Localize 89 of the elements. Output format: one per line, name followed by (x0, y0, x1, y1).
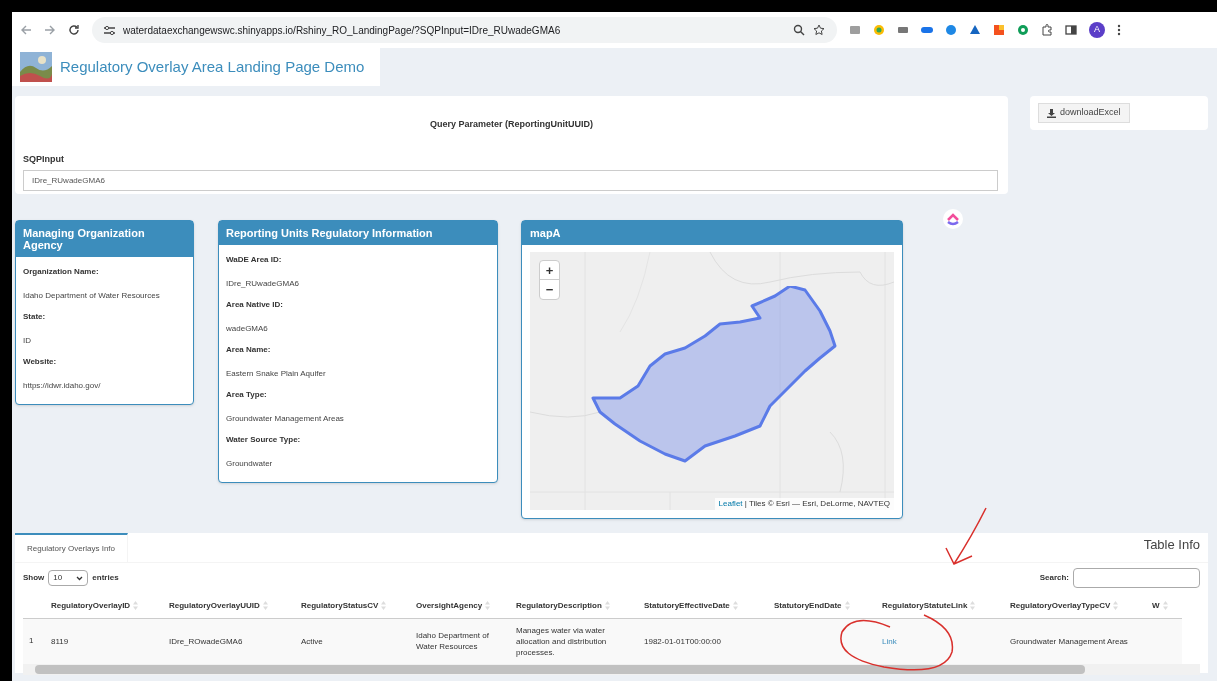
field-value: Groundwater (225, 458, 274, 470)
statute-link[interactable]: Link (882, 636, 897, 646)
field-value: wadeGMA6 (225, 323, 269, 335)
sqp-input-field[interactable]: IDre_RUwadeGMA6 (23, 170, 998, 191)
leaflet-link[interactable]: Leaflet (718, 499, 743, 508)
column-header[interactable]: StatutoryEndDate (774, 599, 850, 612)
zoom-in-button[interactable]: + (540, 261, 559, 280)
zoom-out-button[interactable]: − (540, 280, 559, 299)
input-label: SQPInput (23, 152, 65, 166)
extension-icon[interactable] (897, 24, 909, 36)
field-value: ID (22, 335, 32, 347)
column-header[interactable]: StatutoryEffectiveDate (644, 599, 738, 612)
annotation-arrow (942, 506, 990, 568)
extension-icon[interactable] (849, 24, 861, 36)
field-value: IDre_RUwadeGMA6 (225, 278, 300, 290)
field-value: https://idwr.idaho.gov/ (22, 380, 102, 392)
table-cell: 8119 (51, 636, 69, 646)
sort-icon (1162, 601, 1168, 611)
sort-icon (1113, 601, 1119, 611)
logo-icon (20, 52, 52, 82)
download-icon (1047, 108, 1056, 118)
zoom-icon[interactable] (793, 24, 805, 36)
panel-header: mapA (522, 221, 902, 245)
download-button[interactable]: downloadExcel (1038, 103, 1130, 123)
sort-icon (133, 601, 139, 611)
column-header[interactable]: RegulatoryOverlayID (51, 599, 139, 612)
reload-icon[interactable] (68, 24, 80, 36)
column-header[interactable]: RegulatoryOverlayTypeCV (1010, 599, 1119, 612)
app-badge-icon[interactable] (942, 208, 964, 230)
sort-icon (970, 601, 976, 611)
show-label: Show (23, 572, 45, 584)
column-header[interactable]: RegulatoryOverlayUUID (169, 599, 268, 612)
column-header[interactable]: RegulatoryStatusCV (301, 599, 387, 612)
field-label: Organization Name: (22, 266, 100, 278)
query-heading: Query Parameter (ReportingUnitUUID) (429, 118, 594, 131)
field-value: Idaho Department of Water Resources (22, 290, 161, 302)
extension-icon[interactable] (1017, 24, 1029, 36)
page-size-select[interactable]: 10 (48, 570, 89, 586)
star-icon[interactable] (813, 24, 825, 36)
field-label: Website: (22, 356, 58, 368)
field-label: Area Name: (225, 344, 272, 356)
field-label: WaDE Area ID: (225, 254, 283, 266)
column-header[interactable]: W (1152, 599, 1168, 612)
chevron-icon (76, 575, 84, 581)
row-number: 1 (29, 636, 34, 646)
address-bar[interactable]: waterdataexchangewswc.shinyapps.io/Rshiny_RO_LandingPage/?SQPInput=IDre_RUwadeGMA6 (92, 17, 837, 43)
table-cell: 1982-01-01T00:00:00 (644, 636, 721, 646)
search-label: Search: (1039, 572, 1069, 584)
extension-icon[interactable] (921, 24, 933, 36)
sort-icon (844, 601, 850, 611)
map-attribution: Leaflet | Tiles © Esri — Esri, DeLorme, NAVTEQ (714, 498, 894, 510)
table-cell: Idaho Department of Water Resources (416, 631, 489, 652)
site-info-icon[interactable] (104, 25, 115, 35)
field-value: Eastern Snake Plain Aquifer (225, 368, 327, 380)
app-title: Regulatory Overlay Area Landing Page Demo (60, 56, 365, 77)
profile-avatar[interactable]: A (1089, 22, 1105, 38)
side-panel-icon[interactable] (1065, 24, 1077, 36)
sort-icon (604, 601, 610, 611)
field-label: Water Source Type: (225, 434, 302, 446)
extension-icon[interactable] (993, 24, 1005, 36)
table-cell: Active (301, 636, 323, 646)
field-label: Area Native ID: (225, 299, 284, 311)
table-cell: IDre_ROwadeGMA6 (169, 636, 243, 646)
column-header[interactable]: OversightAgency (416, 599, 491, 612)
table-cell: Groundwater Management Areas (1010, 636, 1128, 646)
sort-icon (485, 601, 491, 611)
field-value: Groundwater Management Areas (225, 413, 345, 425)
url-text: waterdataexchangewswc.shinyapps.io/Rshiny_RO_LandingPage/?SQPInput=IDre_RUwadeGMA6 (123, 23, 562, 38)
menu-icon[interactable] (1117, 24, 1121, 36)
sort-icon (262, 601, 268, 611)
tab[interactable]: Regulatory Overlays Info (15, 533, 129, 562)
entries-label: entries (92, 572, 119, 584)
search-field[interactable] (1073, 568, 1200, 588)
extension-icon[interactable] (945, 24, 957, 36)
forward-icon[interactable] (44, 24, 56, 36)
sort-icon (381, 601, 387, 611)
back-icon[interactable] (20, 24, 32, 36)
table-title: Table Info (1143, 535, 1201, 554)
panel-header: Managing Organization Agency (16, 221, 193, 257)
table-cell: Manages water via water allocation and distribution processes. (516, 625, 607, 657)
extension-icon[interactable] (873, 24, 885, 36)
extension-icon[interactable] (969, 24, 981, 36)
panel-header: Reporting Units Regulatory Information (219, 221, 497, 245)
puzzle-icon[interactable] (1041, 24, 1053, 36)
field-label: Area Type: (225, 389, 268, 401)
column-header[interactable]: RegulatoryStatuteLink (882, 599, 976, 612)
sort-icon (732, 601, 738, 611)
field-label: State: (22, 311, 47, 323)
column-header[interactable]: RegulatoryDescription (516, 599, 610, 612)
